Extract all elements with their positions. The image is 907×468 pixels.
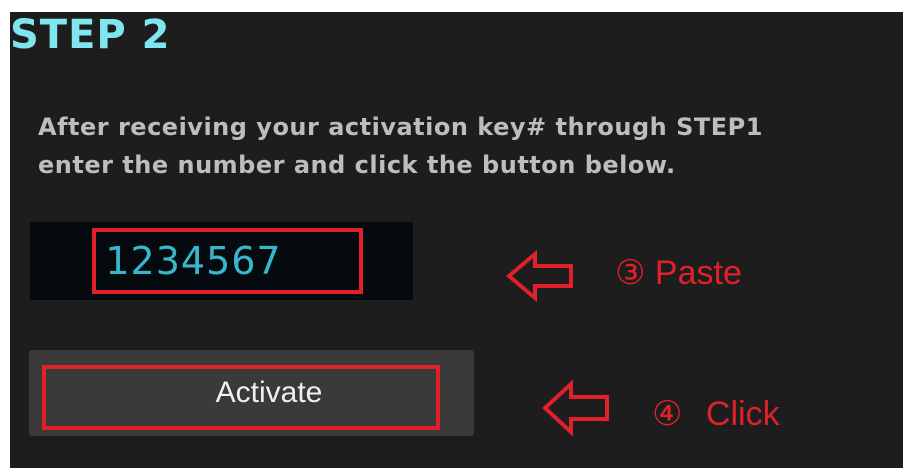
instructions-text: After receiving your activation key# thr… — [38, 108, 878, 184]
click-arrow-icon — [542, 380, 609, 436]
paste-annotation: ③ Paste — [615, 254, 742, 292]
paste-arrow-icon — [505, 250, 573, 302]
click-annotation: ④ Click — [652, 395, 780, 433]
instructions-line-1: After receiving your activation key# thr… — [38, 113, 763, 141]
button-highlight-box — [42, 365, 440, 430]
key-highlight-box — [92, 228, 363, 294]
instructions-line-2: enter the number and click the button be… — [38, 151, 676, 179]
step-title: STEP 2 — [10, 12, 171, 58]
